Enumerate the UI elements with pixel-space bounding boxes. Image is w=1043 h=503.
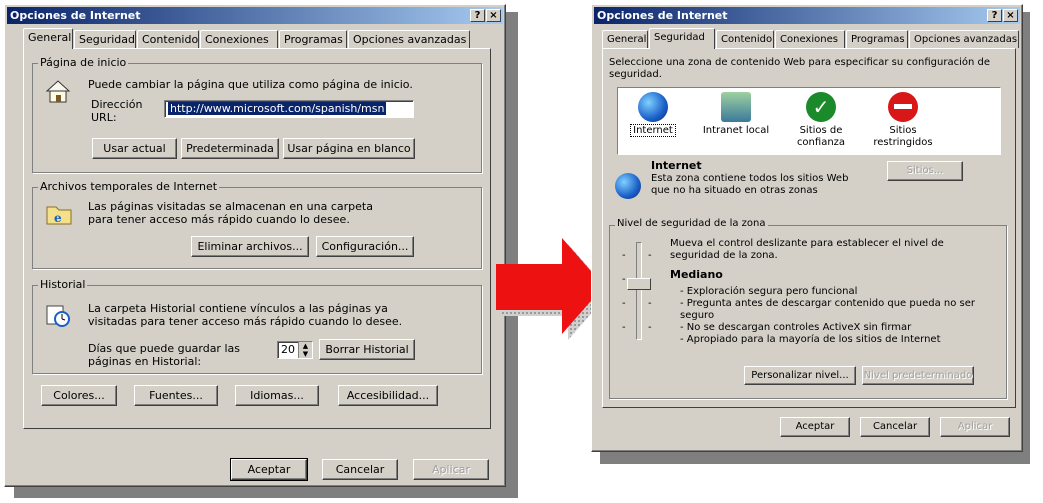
settings-button[interactable]: Configuración...: [316, 236, 414, 257]
no-entry-icon: [888, 92, 918, 122]
home-url-value: http://www.microsoft.com/spanish/msn: [168, 102, 387, 115]
use-blank-button[interactable]: Usar página en blanco: [283, 138, 415, 159]
tab-programs[interactable]: Programas: [279, 30, 347, 48]
sites-button[interactable]: Sitios...: [887, 161, 963, 181]
internet-options-dialog-general: Opciones de Internet ? × General Segurid…: [4, 4, 506, 487]
group-title: Página de inicio: [38, 56, 129, 69]
level-item: - Exploración segura pero funcional: [680, 286, 858, 297]
use-current-button[interactable]: Usar actual: [92, 138, 177, 159]
level-intro: Mueva el control deslizante para estable…: [670, 238, 944, 261]
history-days-label: Días que puede guardar las páginas en Hi…: [88, 342, 240, 368]
general-tab-panel: Página de inicio Puede cambiar la página…: [23, 48, 491, 429]
clear-history-button[interactable]: Borrar Historial: [319, 339, 415, 360]
apply-button[interactable]: Aplicar: [940, 417, 1010, 437]
cancel-button[interactable]: Cancelar: [860, 417, 930, 437]
tab-security[interactable]: Seguridad: [74, 30, 136, 48]
zone-list: Internet Intranet local ✓ Sitios de conf…: [617, 87, 1001, 155]
slider-ticks: ----: [622, 250, 626, 333]
close-button[interactable]: ×: [486, 9, 501, 22]
globe-icon: [615, 173, 641, 199]
tab-advanced[interactable]: Opciones avanzadas: [348, 30, 470, 48]
tab-advanced[interactable]: Opciones avanzadas: [909, 30, 1019, 48]
help-button[interactable]: ?: [987, 9, 1002, 22]
zone-trusted[interactable]: ✓ Sitios de confianza: [786, 92, 856, 149]
zone-intranet[interactable]: Intranet local: [696, 92, 776, 137]
svg-text:e: e: [54, 211, 62, 225]
home-page-group: Página de inicio Puede cambiar la página…: [32, 56, 482, 173]
history-icon: [46, 305, 70, 327]
history-days-value: 20: [281, 343, 295, 356]
url-label: Dirección URL:: [91, 98, 143, 124]
custom-level-button[interactable]: Personalizar nivel...: [744, 366, 856, 385]
ok-button[interactable]: Aceptar: [780, 417, 850, 437]
temp-files-group: Archivos temporales de Internet e Las pá…: [32, 180, 482, 269]
tab-programs[interactable]: Programas: [846, 30, 908, 48]
internet-options-dialog-security: Opciones de Internet ? × General Segurid…: [591, 4, 1023, 452]
tab-connections[interactable]: Conexiones: [775, 30, 845, 48]
level-item: - Apropiado para la mayoría de los sitio…: [680, 334, 941, 345]
zone-label: Intranet local: [702, 125, 770, 136]
group-title: Archivos temporales de Internet: [38, 180, 220, 193]
folder-ie-icon: e: [46, 206, 72, 225]
spin-arrows-icon[interactable]: ▲ ▼: [298, 342, 312, 358]
slider-track[interactable]: [636, 242, 642, 340]
apply-button[interactable]: Aplicar: [413, 459, 489, 480]
window-title: Opciones de Internet: [10, 9, 141, 22]
home-description: Puede cambiar la página que utiliza como…: [88, 78, 413, 91]
tab-connections[interactable]: Conexiones: [200, 30, 278, 48]
globe-icon: [638, 92, 668, 122]
zone-description: Esta zona contiene todos los sitios Web …: [651, 173, 849, 196]
tab-general[interactable]: General: [602, 30, 648, 48]
slider-ticks: ----: [648, 250, 652, 333]
zone-label: Sitios de confianza: [796, 125, 846, 148]
languages-button[interactable]: Idiomas...: [235, 385, 319, 406]
title-bar[interactable]: Opciones de Internet ? ×: [594, 7, 1020, 24]
ok-button[interactable]: Aceptar: [230, 458, 308, 481]
window-title: Opciones de Internet: [597, 9, 728, 22]
tab-security[interactable]: Seguridad: [649, 28, 715, 49]
group-title: Nivel de seguridad de la zona: [615, 218, 768, 229]
security-intro: Seleccione una zona de contenido Web par…: [609, 57, 990, 80]
home-url-input[interactable]: http://www.microsoft.com/spanish/msn: [164, 100, 414, 118]
delete-files-button[interactable]: Eliminar archivos...: [191, 236, 309, 257]
close-button[interactable]: ×: [1003, 9, 1018, 22]
security-tab-panel: Seleccione una zona de contenido Web par…: [602, 48, 1016, 408]
fonts-button[interactable]: Fuentes...: [134, 385, 218, 406]
title-bar[interactable]: Opciones de Internet ? ×: [7, 7, 503, 24]
history-days-spinner[interactable]: 20 ▲ ▼: [277, 341, 313, 359]
checkmark-icon: ✓: [806, 92, 836, 122]
tab-general[interactable]: General: [23, 28, 73, 49]
colors-button[interactable]: Colores...: [41, 385, 117, 406]
tab-content[interactable]: Contenido: [137, 30, 199, 48]
zone-label: Sitios restringidos: [873, 125, 933, 148]
use-default-button[interactable]: Predeterminada: [181, 138, 279, 159]
temp-description: Las páginas visitadas se almacenan en un…: [88, 200, 373, 226]
tab-strip: General Seguridad Contenido Conexiones P…: [602, 28, 1019, 49]
house-icon: [45, 80, 71, 103]
slider-thumb[interactable]: [627, 278, 651, 290]
tab-strip: General Seguridad Contenido Conexiones P…: [23, 28, 493, 49]
default-level-button[interactable]: Nivel predeterminado: [862, 366, 974, 385]
cancel-button[interactable]: Cancelar: [322, 459, 398, 480]
network-icon: [721, 92, 751, 122]
security-level-group: Nivel de seguridad de la zona ---- ---- …: [609, 218, 1007, 399]
history-description: La carpeta Historial contiene vínculos a…: [88, 302, 403, 328]
level-name: Mediano: [670, 268, 723, 281]
zone-label: Internet: [630, 124, 676, 137]
zone-restricted[interactable]: Sitios restringidos: [863, 92, 943, 149]
group-title: Historial: [38, 278, 88, 291]
level-item: - No se descargan controles ActiveX sin …: [680, 322, 912, 333]
accessibility-button[interactable]: Accesibilidad...: [338, 385, 438, 406]
zone-title: Internet: [651, 159, 702, 172]
help-button[interactable]: ?: [470, 9, 485, 22]
level-item: - Pregunta antes de descargar contenido …: [680, 298, 975, 321]
tab-content[interactable]: Contenido: [716, 30, 774, 48]
history-group: Historial La carpeta Historial contiene …: [32, 278, 482, 374]
zone-internet[interactable]: Internet: [618, 92, 688, 137]
